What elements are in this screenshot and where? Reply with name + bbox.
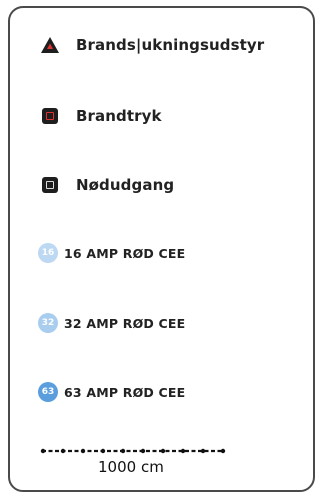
legend-item-32-amp: 32 32 AMP RØD CEE — [38, 310, 185, 336]
legend-item-16-amp: 16 16 AMP RØD CEE — [38, 240, 185, 266]
legend-item-63-amp: 63 63 AMP RØD CEE — [38, 379, 185, 405]
legend-item-label: Brands|ukningsudstyr — [76, 36, 265, 54]
legend-item-fire-equipment: Brands|ukningsudstyr — [40, 32, 264, 58]
scale-label: 1000 cm — [98, 458, 164, 476]
emergency-exit-icon — [40, 175, 60, 195]
amp-badge: 63 — [38, 382, 58, 402]
power-outlet-63-icon: 63 — [38, 382, 58, 402]
legend-item-label: Nødudgang — [76, 176, 175, 194]
fire-pressure-icon — [40, 106, 60, 126]
amp-badge: 16 — [38, 243, 58, 263]
legend-item-label: 32 AMP RØD CEE — [64, 315, 186, 331]
legend-item-label: 63 AMP RØD CEE — [64, 384, 186, 400]
power-outlet-16-icon: 16 — [38, 243, 58, 263]
legend-item-label: Brandtryk — [76, 107, 162, 125]
warning-triangle-icon — [40, 35, 60, 55]
power-outlet-32-icon: 32 — [38, 313, 58, 333]
legend-item-emergency-exit: Nødudgang — [40, 172, 174, 198]
legend-item-fire-pressure: Brandtryk — [40, 103, 162, 129]
legend-item-label: 16 AMP RØD CEE — [64, 245, 186, 261]
amp-badge: 32 — [38, 313, 58, 333]
